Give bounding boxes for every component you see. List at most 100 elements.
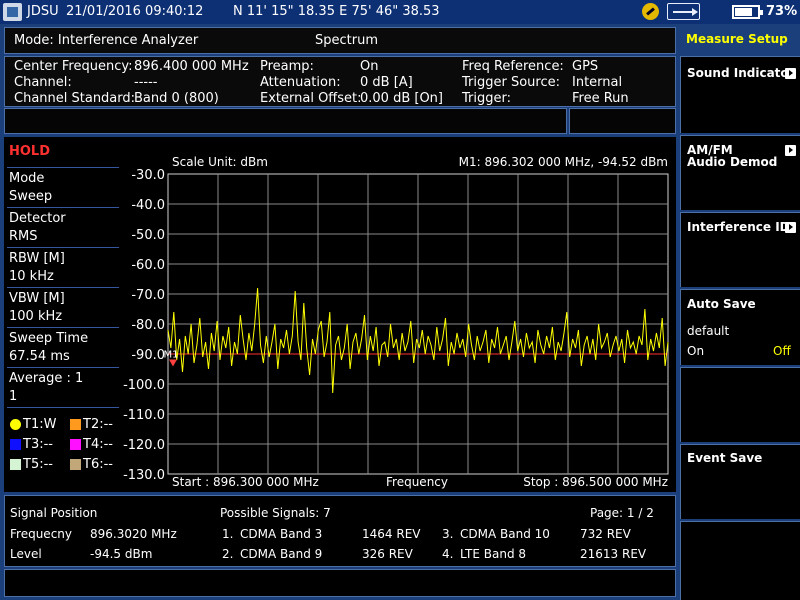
- center-frequency-value: 896.400 000 MHz: [134, 59, 249, 74]
- frequency-value: 896.3020 MHz: [90, 527, 177, 541]
- sweep-time-value: 67.54 ms: [9, 349, 70, 364]
- trace-5-label[interactable]: T5:--: [23, 457, 53, 472]
- trace-2-label[interactable]: T2:--: [83, 417, 113, 432]
- spectrum-chart[interactable]: Scale Unit: dBm M1: 896.302 000 MHz, -94…: [120, 137, 676, 492]
- y-tick-label: -70.0: [131, 288, 165, 303]
- start-frequency-label: Start : 896.300 000 MHz: [172, 475, 319, 489]
- trace-3-swatch: [10, 439, 21, 450]
- frequency-axis-label: Frequency: [386, 475, 448, 489]
- trace-1-label[interactable]: T1:W: [23, 417, 56, 432]
- trace-1-swatch: [10, 419, 21, 430]
- am-fm-audio-demod-button[interactable]: AM/FM Audio Demod: [680, 135, 800, 210]
- view-label: Spectrum: [315, 33, 378, 48]
- brand-name: JDSU: [27, 4, 59, 19]
- battery-percent: 73%: [766, 4, 798, 19]
- audio-demod-label: Audio Demod: [687, 155, 778, 169]
- stop-frequency-label: Stop : 896.500 000 MHz: [523, 475, 668, 489]
- usb-icon: [667, 3, 700, 20]
- footer-bar: [4, 569, 676, 597]
- average-label[interactable]: Average : 1: [9, 371, 83, 386]
- divider: [7, 167, 119, 168]
- sweep-time-label[interactable]: Sweep Time: [9, 331, 88, 346]
- interference-id-button[interactable]: Interference ID: [680, 212, 800, 287]
- y-tick-label: -30.0: [131, 168, 165, 183]
- signal-2-name[interactable]: CDMA Band 9: [240, 547, 322, 561]
- y-tick-label: -80.0: [131, 318, 165, 333]
- divider: [7, 287, 119, 288]
- mode-setting-value: Sweep: [9, 189, 53, 204]
- divider: [7, 247, 119, 248]
- page-indicator[interactable]: Page: 1 / 2: [590, 506, 654, 520]
- channel-standard-label: Channel Standard:: [14, 91, 136, 106]
- signal-3-name[interactable]: CDMA Band 10: [460, 527, 550, 541]
- auto-save-on-option[interactable]: On: [687, 344, 704, 358]
- sound-indicator-label: Sound Indicator: [687, 66, 795, 80]
- level-value: -94.5 dBm: [90, 547, 153, 561]
- signal-info-panel: Signal Position Frequecny 896.3020 MHz L…: [4, 495, 676, 567]
- mode-bar: Mode: Interference Analyzer Spectrum: [4, 27, 676, 54]
- divider: [7, 407, 119, 408]
- center-frequency-label: Center Frequency:: [14, 59, 133, 74]
- signal-1-name[interactable]: CDMA Band 3: [240, 527, 322, 541]
- hold-indicator: HOLD: [9, 144, 51, 159]
- signal-4-name[interactable]: LTE Band 8: [460, 547, 526, 561]
- trigger-value: Free Run: [572, 91, 629, 106]
- trace-5-swatch: [10, 459, 21, 470]
- trace-3-label[interactable]: T3:--: [23, 437, 53, 452]
- signal-3-index: 3.: [442, 527, 454, 541]
- auto-save-button[interactable]: Auto Save default On Off: [680, 289, 800, 365]
- empty-softkey[interactable]: [680, 521, 800, 600]
- detector-label[interactable]: Detector: [9, 211, 66, 226]
- submenu-arrow-icon: [785, 68, 796, 79]
- auto-save-default: default: [687, 324, 730, 338]
- marker-1-label: M1: [164, 350, 179, 361]
- spectrum-plot[interactable]: -30.0 -40.0 -50.0 -60.0 -70.0 -80.0 -90.0 -100.…: [120, 137, 676, 492]
- average-value: 1: [9, 389, 18, 404]
- mode-label: Mode: Interference Analyzer: [14, 33, 199, 48]
- external-offset-value: 0.00 dB [On]: [360, 91, 443, 106]
- submenu-arrow-icon: [785, 145, 796, 156]
- signal-2-rev: 326 REV: [362, 547, 413, 561]
- trigger-label: Trigger:: [462, 91, 511, 106]
- trace-6-swatch: [70, 459, 81, 470]
- event-save-label: Event Save: [687, 451, 763, 465]
- channel-standard-value: Band 0 (800): [134, 91, 219, 106]
- channel-value: -----: [134, 75, 158, 90]
- sound-indicator-button[interactable]: Sound Indicator: [680, 56, 800, 133]
- event-save-button[interactable]: Event Save: [680, 444, 800, 519]
- trigger-source-label: Trigger Source:: [462, 75, 560, 90]
- trace-4-label[interactable]: T4:--: [83, 437, 113, 452]
- signal-4-index: 4.: [442, 547, 454, 561]
- message-bar-aux: [569, 108, 676, 134]
- interference-id-label: Interference ID: [687, 220, 790, 234]
- level-label: Level: [10, 547, 42, 561]
- trigger-source-value: Internal: [572, 75, 623, 90]
- signal-4-rev: 21613 REV: [580, 547, 647, 561]
- signal-1-rev: 1464 REV: [362, 527, 421, 541]
- rbw-label[interactable]: RBW [M]: [9, 251, 65, 266]
- vbw-label[interactable]: VBW [M]: [9, 291, 65, 306]
- divider: [7, 327, 119, 328]
- divider: [7, 367, 119, 368]
- softkey-header: Measure Setup: [680, 27, 800, 54]
- preamp-label: Preamp:: [260, 59, 314, 74]
- mode-setting-label[interactable]: Mode: [9, 171, 44, 186]
- trace-2-swatch: [70, 419, 81, 430]
- trace-6-label[interactable]: T6:--: [83, 457, 113, 472]
- settings-panel: HOLD Mode Sweep Detector RMS RBW [M] 10 …: [4, 137, 120, 492]
- status-bar: JDSU 21/01/2016 09:40:12 N 11' 15" 18.35…: [0, 0, 800, 24]
- external-offset-label: External Offset:: [260, 91, 362, 106]
- auto-save-off-option[interactable]: Off: [773, 344, 791, 358]
- frequency-label: Frequecny: [10, 527, 72, 541]
- signal-1-index: 1.: [222, 527, 234, 541]
- empty-softkey[interactable]: [680, 367, 800, 442]
- satellite-icon: [642, 3, 659, 20]
- submenu-arrow-icon: [785, 222, 796, 233]
- jdsu-logo-icon: [3, 3, 22, 21]
- rbw-value: 10 kHz: [9, 269, 54, 284]
- y-tick-label: -110.0: [123, 408, 165, 423]
- parameter-panel: Center Frequency: 896.400 000 MHz Channe…: [4, 56, 676, 107]
- signal-position-label: Signal Position: [10, 506, 98, 520]
- y-tick-label: -60.0: [131, 258, 165, 273]
- gps-coordinates: N 11' 15" 18.35 E 75' 46" 38.53: [233, 4, 440, 19]
